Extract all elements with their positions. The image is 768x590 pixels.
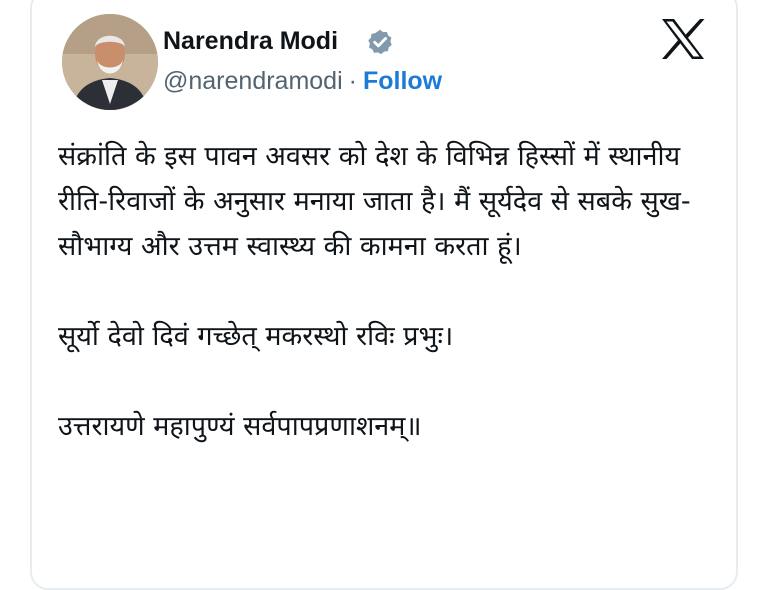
- handle-row: @narendramodi · Follow: [163, 66, 442, 96]
- tweet-paragraph: उत्तरायणे महापुण्यं सर्वपापप्रणाशनम्॥: [58, 411, 422, 442]
- separator-dot: ·: [348, 67, 357, 95]
- tweet-text: संक्रांति के इस पावन अवसर को देश के विभि…: [58, 134, 698, 449]
- verified-badge-icon: [368, 29, 392, 55]
- author-name[interactable]: Narendra Modi: [163, 26, 338, 56]
- avatar[interactable]: [62, 14, 158, 110]
- follow-button[interactable]: Follow: [363, 67, 442, 95]
- author-handle[interactable]: @narendramodi: [163, 67, 343, 95]
- x-logo-icon[interactable]: [660, 18, 706, 60]
- tweet-paragraph: सूर्यो देवो दिवं गच्छेत् मकरस्थो रविः प्…: [58, 321, 454, 352]
- tweet-paragraph: संक्रांति के इस पावन अवसर को देश के विभि…: [58, 141, 691, 262]
